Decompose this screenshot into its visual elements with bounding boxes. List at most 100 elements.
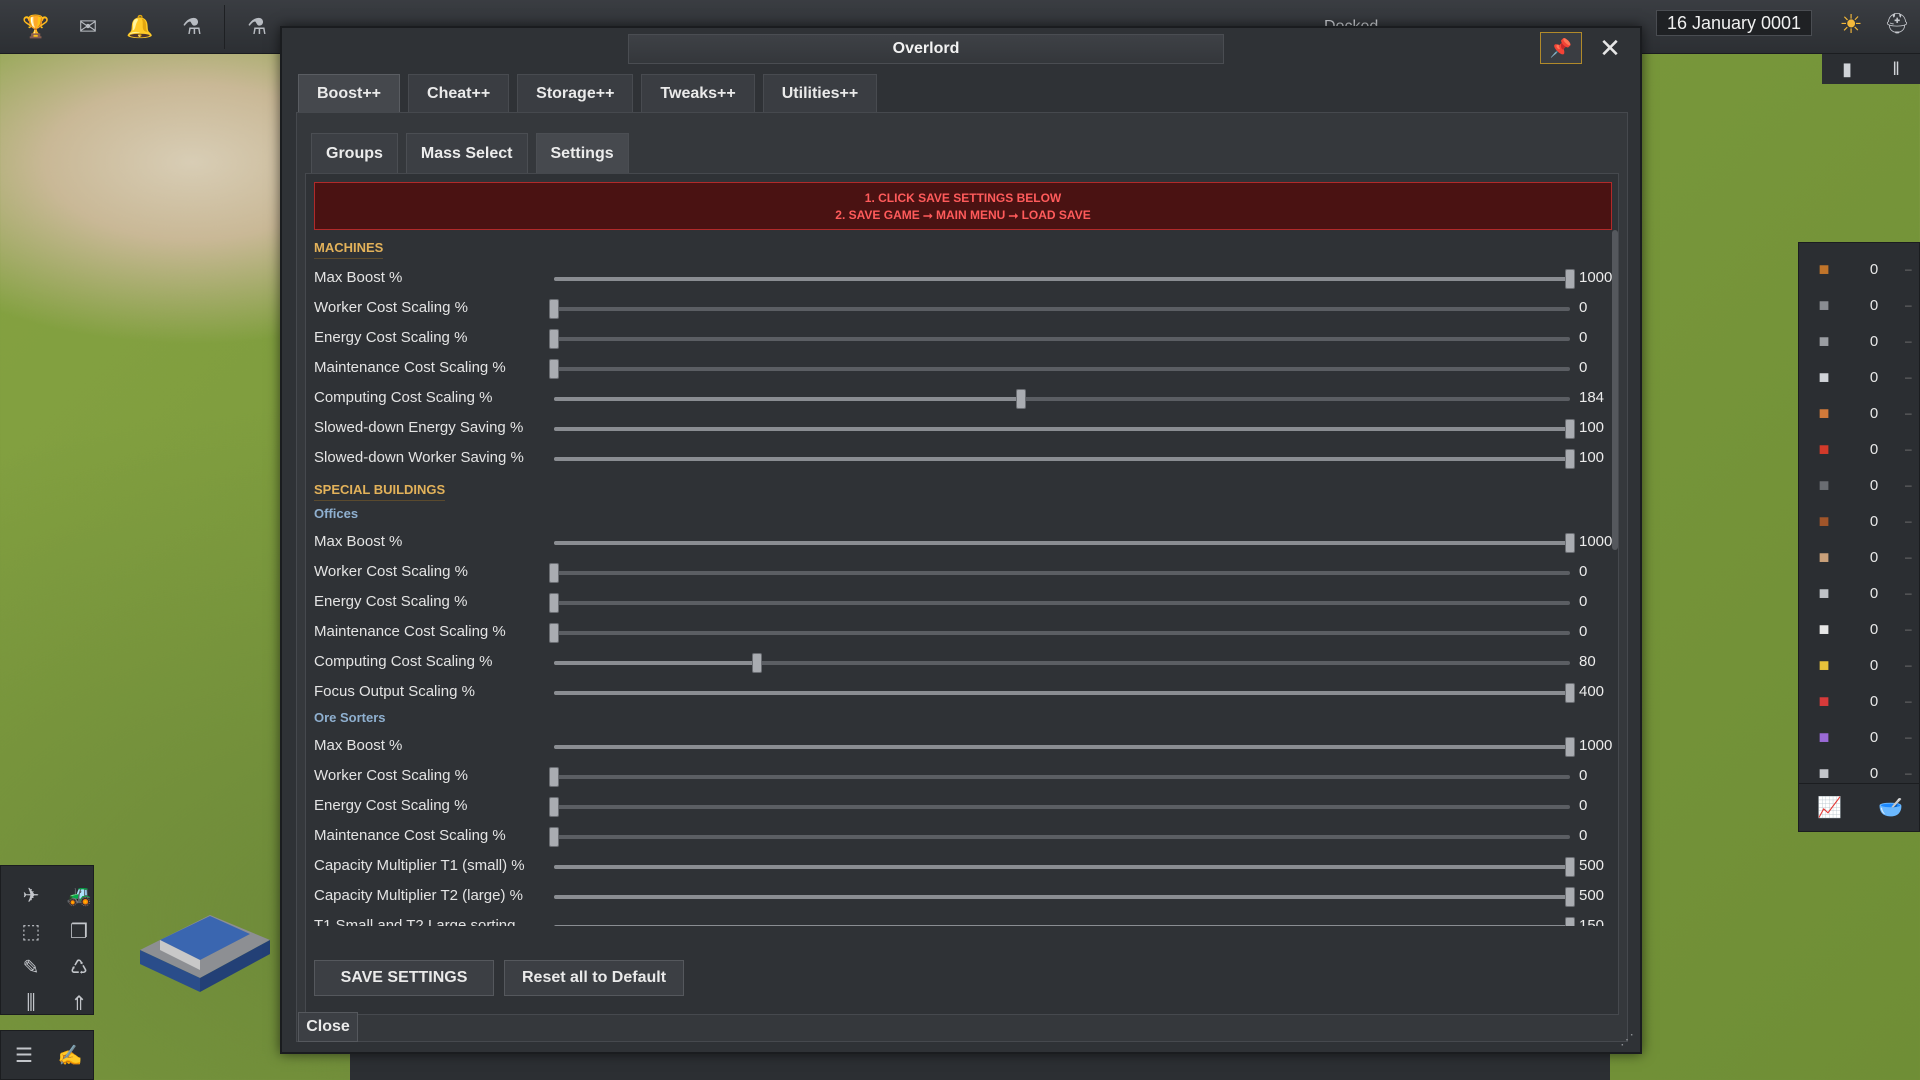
bell-icon[interactable]: 🔔	[124, 11, 156, 43]
main-tab-0[interactable]: Boost++	[298, 74, 401, 112]
slider-track[interactable]	[549, 623, 1570, 643]
resource-row[interactable]: ■ 0 ‒	[1799, 611, 1920, 647]
resource-row[interactable]: ■ 0 ‒	[1799, 755, 1920, 791]
slider-thumb[interactable]	[549, 797, 559, 817]
save-settings-button[interactable]: SAVE SETTINGS	[314, 960, 494, 996]
slider-thumb[interactable]	[1565, 269, 1575, 289]
layers-icon[interactable]: ☰	[4, 1040, 44, 1070]
reset-defaults-button[interactable]: Reset all to Default	[504, 960, 684, 996]
flask-icon-2[interactable]: ⚗	[241, 11, 273, 43]
resource-row[interactable]: ■ 0 ‒	[1799, 251, 1920, 287]
slider-track[interactable]	[549, 797, 1570, 817]
setting-row: Energy Cost Scaling % 0	[314, 590, 1610, 614]
slider-thumb[interactable]	[1565, 533, 1575, 553]
slider-track[interactable]	[554, 737, 1575, 757]
resize-grip-icon[interactable]: ⋰	[1620, 1031, 1634, 1048]
pause-icon[interactable]: ‖	[1892, 59, 1899, 80]
build-icon[interactable]: ✈	[11, 880, 51, 910]
slider-track[interactable]	[554, 683, 1575, 703]
slider-track[interactable]	[554, 887, 1575, 907]
main-tab-4[interactable]: Utilities++	[762, 74, 878, 112]
resource-row[interactable]: ■ 0 ‒	[1799, 323, 1920, 359]
slider-thumb[interactable]	[1565, 419, 1575, 439]
resource-row[interactable]: ■ 0 ‒	[1799, 431, 1920, 467]
settings-scrollbar[interactable]	[1612, 230, 1618, 550]
slider-track[interactable]	[549, 329, 1570, 349]
resource-row[interactable]: ■ 0 ‒	[1799, 395, 1920, 431]
resource-row[interactable]: ■ 0 ‒	[1799, 539, 1920, 575]
slider-thumb[interactable]	[549, 299, 559, 319]
slider-track[interactable]	[554, 269, 1575, 289]
tower-icon[interactable]: ⫼	[11, 988, 51, 1018]
resource-row[interactable]: ■ 0 ‒	[1799, 359, 1920, 395]
settings-scroll-area[interactable]: MACHINES Max Boost % 1000 Worker Cost Scali…	[306, 230, 1618, 926]
slider-track[interactable]	[554, 389, 1570, 409]
upgrade-icon[interactable]: ⇑	[59, 988, 99, 1018]
resource-row[interactable]: ■ 0 ‒	[1799, 575, 1920, 611]
pin-button[interactable]: 📌	[1540, 32, 1582, 64]
slider-track[interactable]	[549, 593, 1570, 613]
main-tab-3[interactable]: Tweaks++	[641, 74, 755, 112]
main-tab-1[interactable]: Cheat++	[408, 74, 510, 112]
setting-value: 100	[1579, 449, 1605, 466]
slider-track[interactable]	[554, 533, 1575, 553]
resource-row[interactable]: ■ 0 ‒	[1799, 467, 1920, 503]
pipette-icon[interactable]: ✎	[11, 952, 51, 982]
slider-thumb[interactable]	[1565, 683, 1575, 703]
resource-trend-icon: ‒	[1905, 514, 1912, 528]
slider-thumb[interactable]	[549, 827, 559, 847]
edit-icon[interactable]: ✍	[50, 1040, 90, 1070]
slider-thumb[interactable]	[1565, 449, 1575, 469]
bowl-icon[interactable]: 🥣	[1878, 795, 1903, 820]
slider-thumb[interactable]	[1565, 857, 1575, 877]
setting-row: Maintenance Cost Scaling % 0	[314, 824, 1610, 848]
select-icon[interactable]: ⬚	[11, 916, 51, 946]
sub-tab-0[interactable]: Groups	[311, 133, 398, 173]
resource-trend-icon: ‒	[1905, 766, 1912, 780]
sun-icon[interactable]: ☀	[1836, 9, 1866, 39]
resource-row[interactable]: ■ 0 ‒	[1799, 503, 1920, 539]
slider-thumb[interactable]	[549, 767, 559, 787]
chart-icon[interactable]: 📈	[1817, 795, 1842, 820]
slider-track[interactable]	[549, 767, 1570, 787]
slider-thumb[interactable]	[549, 623, 559, 643]
sub-tab-1[interactable]: Mass Select	[405, 133, 528, 173]
slider-thumb[interactable]	[1565, 917, 1575, 926]
flask-icon[interactable]: ⚗	[176, 11, 208, 43]
main-tab-2[interactable]: Storage++	[517, 74, 634, 112]
resource-row[interactable]: ■ 0 ‒	[1799, 683, 1920, 719]
helmet-icon[interactable]: ⛑	[1882, 9, 1912, 39]
slider-thumb[interactable]	[1016, 389, 1027, 409]
slider-track[interactable]	[554, 917, 1575, 926]
slider-thumb[interactable]	[549, 593, 559, 613]
recycle-icon[interactable]: ♺	[59, 952, 99, 982]
slider-thumb[interactable]	[549, 563, 559, 583]
slider-thumb[interactable]	[1565, 887, 1575, 907]
close-window-button[interactable]: ✕	[1592, 32, 1628, 64]
vehicle-icon[interactable]: 🚜	[59, 880, 99, 910]
close-button[interactable]: Close	[298, 1012, 358, 1042]
copy-icon[interactable]: ❐	[59, 916, 99, 946]
setting-label: Energy Cost Scaling %	[314, 593, 468, 610]
speed-icon[interactable]: ▮	[1842, 59, 1852, 80]
trophy-icon[interactable]: 🏆	[20, 11, 52, 43]
slider-track[interactable]	[549, 299, 1570, 319]
resource-count: 0	[1869, 584, 1879, 602]
slider-track[interactable]	[549, 563, 1570, 583]
slider-thumb[interactable]	[549, 359, 559, 379]
slider-thumb[interactable]	[1565, 737, 1575, 757]
resource-row[interactable]: ■ 0 ‒	[1799, 287, 1920, 323]
slider-track[interactable]	[554, 857, 1575, 877]
slider-thumb[interactable]	[752, 653, 763, 673]
slider-track[interactable]	[549, 359, 1570, 379]
resource-count: 0	[1869, 548, 1879, 566]
slider-track[interactable]	[549, 827, 1570, 847]
slider-track[interactable]	[554, 449, 1575, 469]
slider-track[interactable]	[554, 419, 1575, 439]
slider-thumb[interactable]	[549, 329, 559, 349]
slider-track[interactable]	[554, 653, 1570, 673]
mail-icon[interactable]: ✉	[72, 11, 104, 43]
resource-row[interactable]: ■ 0 ‒	[1799, 719, 1920, 755]
sub-tab-2[interactable]: Settings	[535, 133, 629, 173]
resource-row[interactable]: ■ 0 ‒	[1799, 647, 1920, 683]
